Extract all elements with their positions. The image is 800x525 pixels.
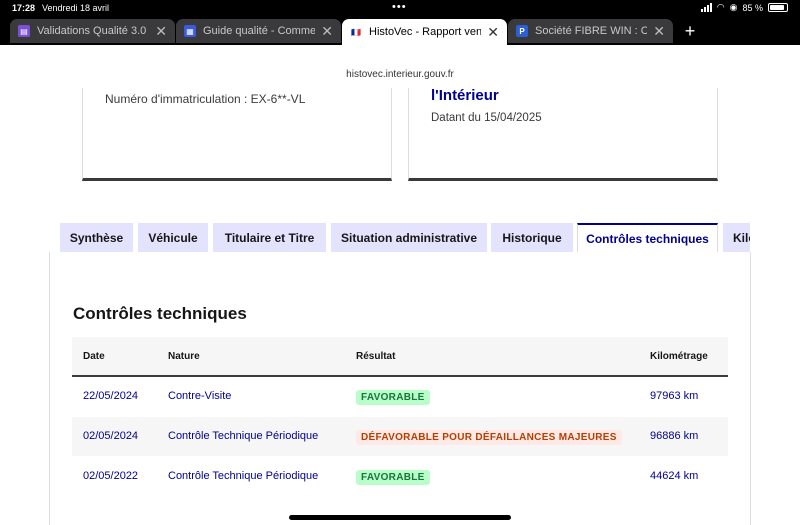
close-tab-icon[interactable]: ✕ [653,23,665,40]
registration-number: Numéro d'immatriculation : EX-6**-VL [105,92,306,106]
browser-tabs: ▤ Validations Qualité 3.0 ✕ ▦ Guide qual… [10,19,702,45]
address-bar[interactable]: histovec.interieur.gouv.fr [0,45,800,88]
tab-favicon-icon: ▦ [184,25,196,37]
tab-favicon-icon: 🇫🇷 [351,27,361,37]
table-row: 02/05/2024 Contrôle Technique Périodique… [72,417,728,456]
tab-titulaire[interactable]: Titulaire et Titre [213,223,326,252]
tab-favicon-icon: ▤ [18,25,30,37]
tab-title: HistoVec - Rapport vendeur [369,26,482,38]
signal-icon [700,3,712,12]
registration-card: Numéro d'immatriculation : EX-6**-VL [82,88,392,181]
col-nature: Nature [168,351,200,362]
orientation-lock-icon: ◉ [729,2,738,12]
battery-icon [768,3,788,12]
col-date: Date [83,351,105,362]
tab-title: Guide qualité - Commentaires [203,25,316,37]
row-date: 22/05/2024 [83,390,139,402]
row-km: 97963 km [650,390,699,402]
home-indicator[interactable] [289,515,511,520]
table-row: 22/05/2024 Contre-Visite FAVORABLE 97963… [72,377,728,416]
tab-synthese[interactable]: Synthèse [60,223,133,252]
row-nature: Contrôle Technique Périodique [168,470,319,482]
report-date: Datant du 15/04/2025 [431,112,542,124]
tab-historique[interactable]: Historique [491,223,573,252]
result-badge: FAVORABLE [356,390,430,405]
browser-tab[interactable]: P Société FIBRE WIN : Chiffre ✕ [508,19,673,43]
tab-title: Société FIBRE WIN : Chiffre [535,25,648,37]
wifi-icon: ◠ [716,2,725,12]
table-row: 02/05/2022 Contrôle Technique Périodique… [72,457,728,496]
browser-tab[interactable]: ▦ Guide qualité - Commentaires ✕ [176,19,341,43]
browser-tab-active[interactable]: 🇫🇷 HistoVec - Rapport vendeur ✕ [342,19,507,45]
result-badge: DÉFAVORABLE POUR DÉFAILLANCES MAJEURES [356,430,622,445]
status-time: 17:28 [12,3,36,13]
section-tabs: Synthèse Véhicule Titulaire et Titre Sit… [60,223,750,252]
multitask-dots-icon[interactable]: ••• [392,1,407,13]
close-tab-icon[interactable]: ✕ [155,23,167,40]
status-date: Vendredi 18 avril [42,3,110,13]
col-km: Kilométrage [650,351,708,362]
tab-vehicule[interactable]: Véhicule [138,223,208,252]
col-result: Résultat [356,351,396,362]
result-badge: FAVORABLE [356,470,430,485]
status-bar: 17:28 Vendredi 18 avril ••• ◠ ◉ 85 % [0,0,800,17]
tab-controles[interactable]: Contrôles techniques [577,223,718,252]
browser-tab[interactable]: ▤ Validations Qualité 3.0 ✕ [10,19,175,43]
tab-situation[interactable]: Situation administrative [331,223,487,252]
row-date: 02/05/2022 [83,470,139,482]
tab-kilometrage[interactable]: Kilométrage [723,223,750,252]
close-tab-icon[interactable]: ✕ [321,23,333,40]
browser-chrome: 17:28 Vendredi 18 avril ••• ◠ ◉ 85 % ▤ V… [0,0,800,45]
report-card: l'Intérieur Datant du 15/04/2025 [408,87,718,181]
close-tab-icon[interactable]: ✕ [487,24,499,41]
row-nature: Contre-Visite [168,390,232,402]
tab-favicon-icon: P [516,25,528,37]
row-km: 96886 km [650,430,699,442]
tab-title: Validations Qualité 3.0 [37,25,147,37]
section-title: Contrôles techniques [73,304,247,323]
report-issuer: l'Intérieur [431,87,499,104]
row-date: 02/05/2024 [83,430,139,442]
table-header: Date Nature Résultat Kilométrage [72,337,728,377]
battery-percent: 85 % [742,2,763,13]
new-tab-icon[interactable]: + [678,19,702,43]
row-km: 44624 km [650,470,699,482]
row-nature: Contrôle Technique Périodique [168,430,319,442]
